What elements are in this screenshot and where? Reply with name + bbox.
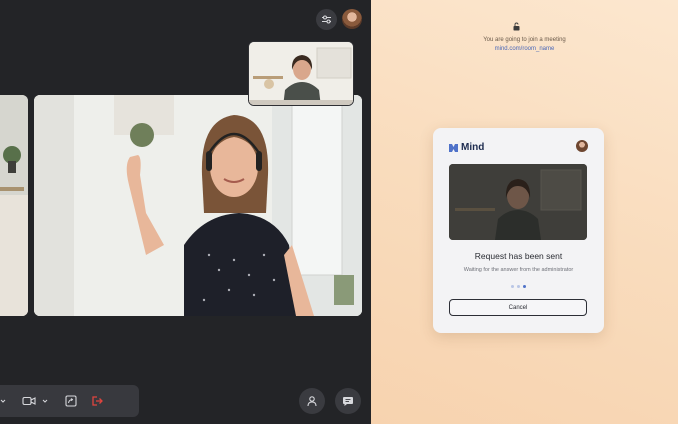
sliders-icon [322, 15, 331, 24]
lock-icon [513, 22, 520, 31]
main-speaker-video-tile[interactable] [34, 95, 362, 316]
leave-meeting-button[interactable] [90, 394, 104, 408]
user-avatar[interactable] [342, 9, 362, 29]
join-request-panel: You are going to join a meeting mind.com… [371, 0, 678, 424]
participant-video-tile-partial[interactable] [0, 95, 28, 316]
progress-dots [511, 285, 526, 288]
cancel-button[interactable]: Cancel [449, 299, 587, 316]
video-camera-icon [22, 394, 36, 408]
main-speaker-video-image [34, 95, 362, 316]
leave-icon [90, 394, 104, 408]
camera-toggle-button[interactable] [22, 394, 52, 408]
person-icon [307, 396, 317, 407]
video-settings-button[interactable] [316, 9, 337, 30]
user-avatar [576, 140, 588, 152]
progress-dot [517, 285, 520, 288]
progress-dot [511, 285, 514, 288]
microphone-dropdown[interactable] [0, 394, 10, 408]
status-subtitle: Waiting for the answer from the administ… [463, 267, 574, 273]
share-screen-button[interactable] [64, 394, 78, 408]
brand: Mind [449, 142, 484, 153]
join-meeting-message: You are going to join a meeting [483, 37, 566, 43]
self-view-video-image [249, 42, 353, 105]
mind-logo-icon [449, 143, 458, 152]
progress-dot-active [523, 285, 526, 288]
call-controls-toolbar [0, 385, 139, 417]
chat-button[interactable] [335, 388, 361, 414]
chat-bubble-icon [343, 397, 353, 406]
camera-preview [449, 164, 587, 240]
self-view-video-tile[interactable] [248, 41, 354, 106]
status-title: Request has been sent [474, 251, 563, 261]
camera-preview-image [449, 164, 587, 240]
meeting-view [0, 0, 371, 424]
participants-button[interactable] [299, 388, 325, 414]
waiting-room-card: Mind Request has been sent Waiting for t… [433, 128, 604, 333]
screen-share-icon [64, 394, 78, 408]
chevron-down-icon [0, 394, 10, 408]
chevron-down-icon[interactable] [38, 394, 52, 408]
participant-video-image [0, 95, 28, 316]
brand-name: Mind [461, 142, 485, 153]
room-url-link[interactable]: mind.com/room_name [371, 46, 678, 52]
